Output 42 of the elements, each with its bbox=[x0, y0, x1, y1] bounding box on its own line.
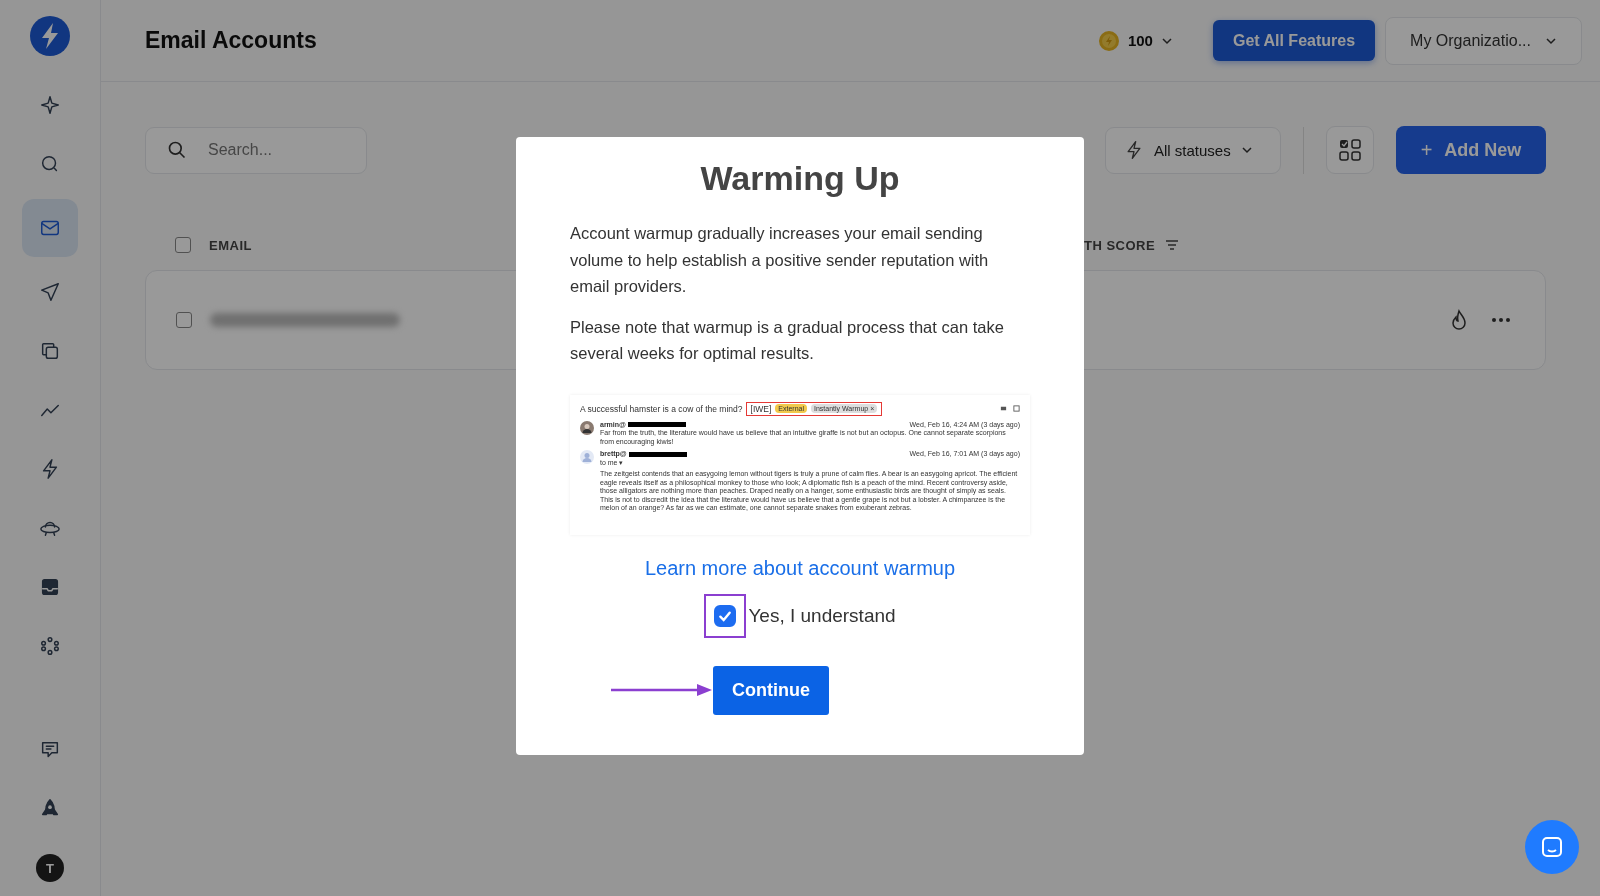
select-all-checkbox[interactable] bbox=[175, 237, 191, 253]
column-header: EMAIL bbox=[209, 237, 252, 253]
organization-dropdown[interactable]: My Organizatio... bbox=[1385, 16, 1582, 65]
page-title: Email Accounts bbox=[145, 27, 318, 54]
subject-tag: [IWE] bbox=[750, 403, 772, 414]
credits-dropdown[interactable]: 100 bbox=[1091, 28, 1179, 53]
coin-icon bbox=[1097, 29, 1120, 52]
sender-avatar bbox=[580, 450, 594, 464]
upgrade-button[interactable]: Get All Features bbox=[1212, 20, 1376, 61]
checkbox-label: Yes, I understand bbox=[748, 604, 896, 627]
row-checkbox[interactable] bbox=[176, 312, 192, 328]
inbox-icon bbox=[39, 576, 61, 598]
flame-icon[interactable] bbox=[1449, 309, 1469, 331]
modal-title: Warming Up bbox=[700, 159, 900, 198]
add-new-button[interactable]: + Add New bbox=[1396, 126, 1546, 174]
sender-avatar bbox=[580, 420, 594, 435]
send-icon bbox=[39, 281, 61, 303]
search-field[interactable]: Search... bbox=[145, 126, 367, 174]
learn-more-link[interactable]: Learn more about account warmup bbox=[644, 556, 956, 580]
search-icon bbox=[167, 139, 187, 160]
grid-check-icon bbox=[1338, 138, 1362, 162]
more-icon[interactable] bbox=[1491, 317, 1511, 323]
bolt-logo-icon bbox=[30, 16, 70, 56]
sidebar-item[interactable] bbox=[22, 199, 78, 257]
chat-icon bbox=[1540, 835, 1564, 859]
dots-circle-icon bbox=[39, 635, 61, 657]
grid-view-button[interactable] bbox=[1326, 126, 1374, 174]
column-header: TH SCORE bbox=[1083, 237, 1156, 253]
confirm-checkbox[interactable] bbox=[714, 604, 737, 627]
status-filter-dropdown[interactable]: All statuses bbox=[1105, 126, 1281, 174]
modal-text: Please note that warmup is a gradual process that can take several weeks for optimal results. bbox=[570, 316, 1005, 364]
sort-icon[interactable] bbox=[1165, 239, 1180, 251]
redaction-bar bbox=[628, 451, 687, 457]
chat-launcher-button[interactable] bbox=[1525, 820, 1579, 874]
continue-button[interactable]: Continue bbox=[713, 665, 829, 715]
sparkle-icon bbox=[39, 94, 61, 116]
modal-text: Account warmup gradually increases your email sending volume to help establish a positive sender reputation with email providers. bbox=[570, 223, 990, 297]
user-avatar[interactable]: T bbox=[36, 854, 64, 882]
redaction-bar bbox=[627, 422, 686, 428]
email-subject: A successful hamster is a cow of the mind? bbox=[580, 403, 743, 414]
chevron-down-icon bbox=[1240, 144, 1253, 156]
copy-icon bbox=[39, 340, 61, 362]
